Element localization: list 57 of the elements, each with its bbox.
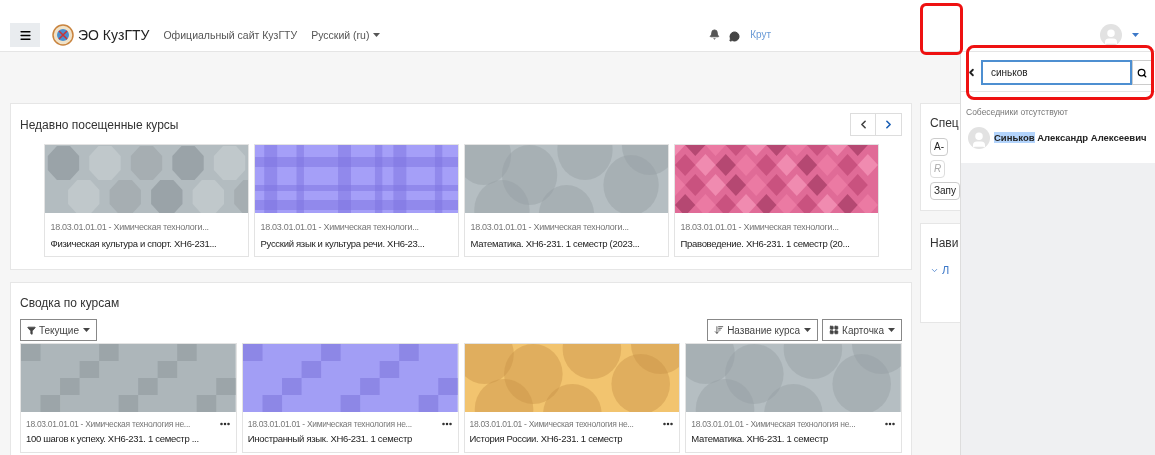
- course-card[interactable]: 18.03.01.01.01 - Химическая технологи... Русский язык и культура речи. ХН6-23...: [253, 144, 459, 257]
- course-category: 18.03.01.01.01 - Химическая технология не...: [469, 418, 634, 430]
- brand-name[interactable]: ЭО КузГТУ: [78, 23, 150, 47]
- contact-item[interactable]: Синьков Александр Алексеевич: [961, 122, 1155, 163]
- sort-icon: [714, 325, 725, 335]
- course-card[interactable]: 18.03.01.01.01 - Химическая технологи... Математика. ХН6-231. 1 семестр (2023...: [463, 144, 669, 257]
- course-name[interactable]: Математика. ХН6-231. 1 семестр: [691, 432, 828, 445]
- course-name[interactable]: Физическая культура и спорт. ХН6-231...: [50, 237, 217, 250]
- course-card[interactable]: 18.03.01.01.01 - Химическая технология не... История России. ХН6-231. 1 семестр: [463, 343, 681, 453]
- course-name[interactable]: Правоведение. ХН6-231. 1 семестр (20...: [680, 237, 850, 250]
- search-icon: [1137, 67, 1147, 78]
- search-field[interactable]: синьков: [981, 60, 1132, 85]
- course-name[interactable]: Математика. ХН6-231. 1 семестр (2023...: [470, 237, 640, 250]
- course-name[interactable]: Иностранный язык. ХН6-231. 1 семестр: [247, 432, 412, 445]
- course-name[interactable]: Русский язык и культура речи. ХН6-23...: [260, 237, 425, 250]
- block-title: Спец: [930, 115, 960, 132]
- menu-button[interactable]: [10, 23, 40, 47]
- nav-link[interactable]: Русский (ru): [311, 23, 381, 47]
- view-dropdown[interactable]: Карточка: [822, 319, 902, 341]
- section-title: Недавно посещенные курсы: [20, 116, 179, 134]
- section-title: Сводка по курсам: [20, 296, 120, 310]
- sort-dropdown[interactable]: Название курса: [707, 319, 819, 341]
- course-card[interactable]: 18.03.01.01.01 - Химическая технологи... Правоведение. ХН6-231. 1 семестр (20...: [673, 144, 879, 257]
- course-category: 18.03.01.01.01 - Химическая технологи...: [470, 221, 629, 233]
- course-category: 18.03.01.01.01 - Химическая технологи...: [50, 221, 209, 233]
- contact-name: Синьков Александр Алексеевич: [994, 130, 1147, 145]
- block-title: Нави: [930, 235, 960, 252]
- annotation-frame: [920, 3, 963, 55]
- caret-icon: [888, 328, 895, 332]
- logo-icon: [52, 24, 74, 46]
- menu-icon: [18, 28, 32, 42]
- back-icon[interactable]: [966, 67, 977, 78]
- empty-contacts-text: Собеседники отсутствуют: [966, 107, 1068, 117]
- caret-icon: [804, 328, 812, 332]
- course-card[interactable]: 18.03.01.01.01 - Химическая технологи... Физическая культура и спорт. ХН6-231...: [43, 144, 249, 257]
- sidebar-button[interactable]: A-: [930, 138, 948, 156]
- filter-dropdown[interactable]: Текущие: [20, 319, 97, 341]
- course-card[interactable]: 18.03.01.01.01 - Химическая технология не... Иностранный язык. ХН6-231. 1 семестр: [241, 343, 459, 453]
- course-card[interactable]: 18.03.01.01.01 - Химическая технология не... 100 шагов к успеху. ХН6-231. 1 семестр ...: [20, 343, 237, 453]
- search-button[interactable]: [1132, 60, 1152, 85]
- course-category: 18.03.01.01.01 - Химическая технология не...: [247, 418, 412, 430]
- course-category: 18.03.01.01.01 - Химическая технология не...: [691, 418, 856, 430]
- course-category: 18.03.01.01.01 - Химическая технология не...: [26, 418, 190, 430]
- chat-icon[interactable]: [729, 31, 741, 42]
- caret-icon: [83, 328, 90, 332]
- course-category: 18.03.01.01.01 - Химическая технологи...: [260, 221, 419, 233]
- filter-icon: [27, 325, 36, 335]
- course-name[interactable]: История России. ХН6-231. 1 семестр: [469, 432, 623, 445]
- avatar[interactable]: [1100, 24, 1122, 46]
- caret-icon[interactable]: [1132, 33, 1139, 37]
- nav-link[interactable]: Официальный сайт КузГТУ: [163, 23, 298, 47]
- bell-icon[interactable]: [709, 29, 721, 40]
- contact-avatar: [968, 127, 990, 149]
- course-name[interactable]: 100 шагов к успеху. ХН6-231. 1 семестр ...: [26, 432, 199, 445]
- course-category: 18.03.01.01.01 - Химическая технологи...: [680, 221, 839, 233]
- course-card[interactable]: 18.03.01.01.01 - Химическая технология не... Математика. ХН6-231. 1 семестр: [685, 343, 902, 453]
- grid-icon: [829, 325, 840, 335]
